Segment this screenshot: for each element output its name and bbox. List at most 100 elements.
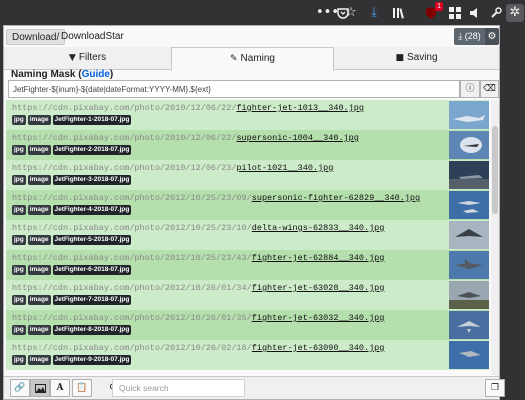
item-tags: jpg image JetFighter-5-2018-07.jpg <box>12 235 133 245</box>
type-badge: image <box>27 175 51 185</box>
speaker-icon[interactable] <box>466 4 484 22</box>
type-badge: image <box>27 355 51 365</box>
overflow-menu-icon[interactable]: ••• <box>316 4 339 22</box>
extension-grid-icon[interactable] <box>446 4 464 22</box>
naming-mask-label: Naming Mask (Guide) <box>11 69 114 80</box>
link-icon: 🔗 <box>14 383 26 393</box>
newname-badge: JetFighter-8-2018-07.jpg <box>52 325 132 335</box>
url-prefix: https://cdn.pixabay.com/photo/2012/10/26… <box>12 343 252 353</box>
item-tags: jpg image JetFighter-1-2018-07.jpg <box>12 115 133 125</box>
ublock-badge: 1 <box>435 2 443 11</box>
thumbnail <box>449 281 489 309</box>
thumbnail <box>449 131 489 159</box>
download-icon: ⤓ <box>458 31 463 41</box>
url-prefix: https://cdn.pixabay.com/photo/2012/10/25… <box>12 223 252 233</box>
url-prefix: https://cdn.pixabay.com/photo/2010/12/06… <box>12 133 237 143</box>
tab-naming[interactable]: ✎ Naming <box>171 47 334 71</box>
filter-text-button[interactable]: A <box>50 379 70 397</box>
url-prefix: https://cdn.pixabay.com/photo/2012/10/25… <box>12 193 252 203</box>
list-item[interactable]: https://cdn.pixabay.com/photo/2012/10/25… <box>6 190 489 220</box>
thumbnail <box>449 311 489 339</box>
filter-links-button[interactable]: 🔗 <box>10 379 30 397</box>
guide-link[interactable]: Guide <box>82 69 110 80</box>
thumbnail <box>449 341 489 369</box>
tab-filters[interactable]: ▼ Filters <box>4 47 171 70</box>
list-item[interactable]: https://cdn.pixabay.com/photo/2010/12/06… <box>6 160 489 190</box>
type-badge: image <box>27 235 51 245</box>
ext-badge: jpg <box>12 355 26 365</box>
item-url[interactable]: https://cdn.pixabay.com/photo/2012/10/26… <box>12 343 384 353</box>
url-filename[interactable]: fighter-jet-63032__340.jpg <box>252 313 385 323</box>
quick-search-input[interactable] <box>112 379 245 397</box>
thumbnail <box>449 161 489 189</box>
list-item[interactable]: https://cdn.pixabay.com/photo/2012/10/25… <box>6 250 489 280</box>
list-item[interactable]: https://cdn.pixabay.com/photo/2010/12/06… <box>6 130 489 160</box>
info-button[interactable]: ⓘ <box>460 80 480 98</box>
edit-icon: ✎ <box>229 54 238 64</box>
list-item[interactable]: https://cdn.pixabay.com/photo/2012/10/26… <box>6 280 489 310</box>
downloadstar-icon[interactable]: ✲ <box>506 4 524 22</box>
thumbnail <box>449 101 489 129</box>
url-filename[interactable]: pilot-1021__340.jpg <box>236 163 333 173</box>
ext-badge: jpg <box>12 325 26 335</box>
scrollbar-thumb[interactable] <box>492 126 498 214</box>
download-button[interactable]: ⤓ (28) <box>454 28 485 45</box>
browser-toolbar: ••• ☆ ⤓ 1 ✲ <box>0 0 525 26</box>
gear-icon: ⚙ <box>487 31 497 42</box>
url-filename[interactable]: fighter-jet-63028__340.jpg <box>252 283 385 293</box>
clipboard-button[interactable]: 📋 <box>72 379 92 397</box>
naming-mask-title: Naming Mask <box>11 69 76 80</box>
ext-badge: jpg <box>12 205 26 215</box>
clear-mask-button[interactable]: ⌫ <box>480 80 499 98</box>
settings-button[interactable]: ⚙ <box>485 28 499 45</box>
filter-images-button[interactable] <box>30 379 50 397</box>
newname-badge: JetFighter-3-2018-07.jpg <box>52 175 132 185</box>
download-list: https://cdn.pixabay.com/photo/2010/12/06… <box>6 100 489 375</box>
star-icon[interactable]: ☆ <box>342 4 360 22</box>
thumbnail <box>449 191 489 219</box>
ext-badge: jpg <box>12 265 26 275</box>
newname-badge: JetFighter-4-2018-07.jpg <box>52 205 132 215</box>
item-url[interactable]: https://cdn.pixabay.com/photo/2010/12/06… <box>12 133 359 143</box>
info-icon: ⓘ <box>465 84 475 94</box>
list-item[interactable]: https://cdn.pixabay.com/photo/2012/10/26… <box>6 340 489 370</box>
newname-badge: JetFighter-5-2018-07.jpg <box>52 235 132 245</box>
item-url[interactable]: https://cdn.pixabay.com/photo/2012/10/26… <box>12 283 384 293</box>
url-filename[interactable]: supersonic-1004__340.jpg <box>236 133 358 143</box>
copy-icon: ❐ <box>490 383 500 393</box>
wrench-icon[interactable] <box>487 4 505 22</box>
url-filename[interactable]: fighter-jet-62884__340.jpg <box>252 253 385 263</box>
url-prefix: https://cdn.pixabay.com/photo/2012/10/25… <box>12 253 252 263</box>
type-badge: image <box>27 145 51 155</box>
popup-footer: 🔗 A 📋 ⚲ ❐ <box>4 376 505 399</box>
item-url[interactable]: https://cdn.pixabay.com/photo/2010/12/06… <box>12 163 333 173</box>
filter-icon: ▼ <box>68 53 76 63</box>
tab-saving[interactable]: ■ Saving <box>334 47 499 70</box>
ublock-icon[interactable]: 1 <box>422 2 443 22</box>
url-filename[interactable]: supersonic-fighter-62829__340.jpg <box>252 193 420 203</box>
naming-mask-input[interactable] <box>8 80 460 98</box>
item-url[interactable]: https://cdn.pixabay.com/photo/2012/10/25… <box>12 193 420 203</box>
eraser-icon: ⌫ <box>483 84 496 94</box>
text-icon: A <box>56 383 64 393</box>
thumbnail <box>449 221 489 249</box>
ext-badge: jpg <box>12 235 26 245</box>
url-filename[interactable]: fighter-jet-63090__340.jpg <box>252 343 385 353</box>
copy-button[interactable]: ❐ <box>485 379 505 397</box>
item-url[interactable]: https://cdn.pixabay.com/photo/2012/10/25… <box>12 253 384 263</box>
item-url[interactable]: https://cdn.pixabay.com/photo/2012/10/25… <box>12 223 384 233</box>
type-badge: image <box>27 115 51 125</box>
thumbnail <box>449 251 489 279</box>
ext-badge: jpg <box>12 145 26 155</box>
item-url[interactable]: https://cdn.pixabay.com/photo/2010/12/06… <box>12 103 364 113</box>
item-url[interactable]: https://cdn.pixabay.com/photo/2012/10/26… <box>12 313 384 323</box>
download-arrow-icon[interactable]: ⤓ <box>365 4 383 22</box>
url-prefix: https://cdn.pixabay.com/photo/2012/10/26… <box>12 313 252 323</box>
list-item[interactable]: https://cdn.pixabay.com/photo/2012/10/26… <box>6 310 489 340</box>
url-filename[interactable]: delta-wings-62833__340.jpg <box>252 223 385 233</box>
image-icon <box>34 384 46 396</box>
list-item[interactable]: https://cdn.pixabay.com/photo/2010/12/06… <box>6 100 489 130</box>
url-filename[interactable]: fighter-jet-1013__340.jpg <box>236 103 364 113</box>
library-icon[interactable] <box>390 4 408 22</box>
list-item[interactable]: https://cdn.pixabay.com/photo/2012/10/25… <box>6 220 489 250</box>
